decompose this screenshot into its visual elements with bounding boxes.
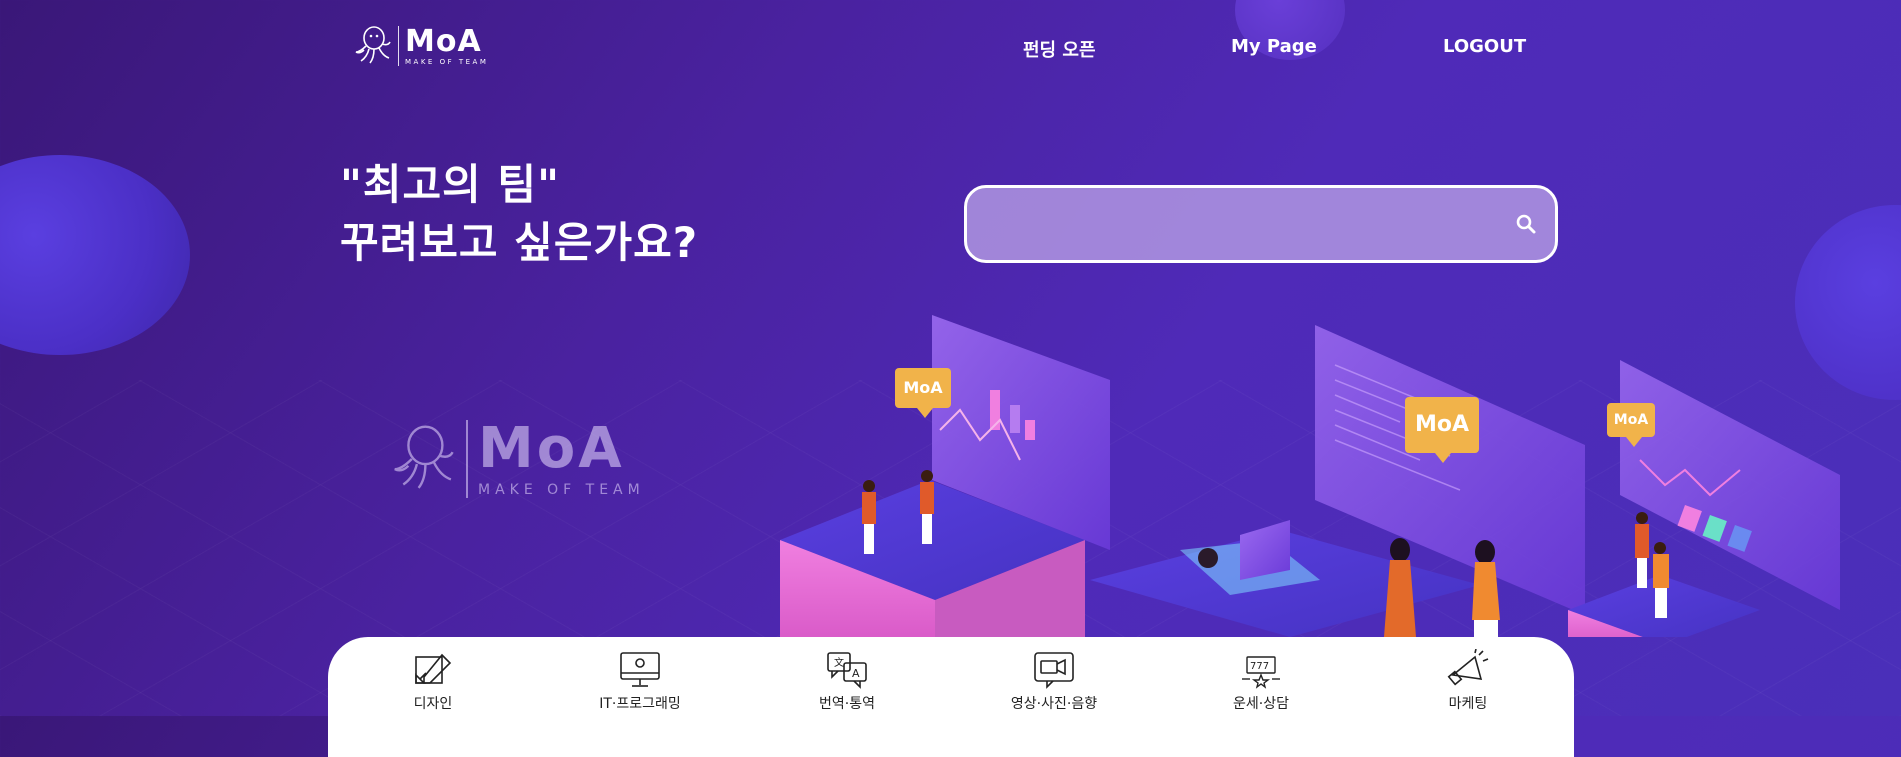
watermark-tagline: MAKE OF TEAM — [478, 482, 645, 498]
moa-badge-left: MoA — [895, 368, 951, 418]
site-logo[interactable]: MoA MAKE OF TEAM — [352, 24, 488, 68]
hero-line-1: "최고의 팀" — [340, 160, 560, 209]
fortune-icon: 777 — [1242, 656, 1280, 689]
category-it[interactable]: IT·프로그래밍 — [555, 649, 725, 713]
category-it-label: IT·프로그래밍 — [599, 696, 681, 712]
watermark-divider — [466, 420, 468, 498]
category-design[interactable]: 디자인 — [348, 649, 518, 713]
category-marketing[interactable]: 마케팅 — [1383, 649, 1553, 713]
person-desk-head — [1198, 548, 1218, 568]
hero-headline: "최고의 팀" 꾸려보고 싶은가요? — [340, 156, 698, 272]
moa-badge-right: MoA — [1607, 403, 1655, 447]
category-translation[interactable]: 文 A 번역·통역 — [762, 649, 932, 713]
monitor-icon — [620, 652, 660, 687]
nav-funding-open[interactable]: 펀딩 오픈 — [1023, 36, 1096, 62]
svg-text:文: 文 — [834, 656, 844, 669]
octopus-watermark-icon — [394, 425, 454, 489]
hero-line-2: 꾸려보고 싶은가요? — [340, 218, 699, 267]
hero-illustration — [780, 315, 1840, 637]
category-design-label: 디자인 — [413, 696, 453, 712]
category-translation-label: 번역·통역 — [819, 696, 875, 712]
desk-monitor — [1240, 520, 1290, 580]
bar-3 — [1025, 420, 1035, 440]
svg-text:777: 777 — [1250, 661, 1269, 672]
category-fortune-label: 운세·상담 — [1233, 696, 1289, 712]
watermark-logo: MoA MAKE OF TEAM — [388, 420, 645, 498]
bar-2 — [1010, 405, 1020, 433]
logo-divider — [398, 26, 399, 66]
octopus-logo-icon — [355, 26, 391, 64]
megaphone-icon — [1447, 649, 1489, 686]
video-icon — [1034, 652, 1074, 689]
moa-badge-center: MoA — [1405, 397, 1479, 463]
nav-logout[interactable]: LOGOUT — [1443, 36, 1526, 57]
category-video[interactable]: 영상·사진·음향 — [969, 649, 1139, 713]
category-video-label: 영상·사진·음향 — [1010, 696, 1098, 712]
translate-icon: 文 A — [827, 652, 867, 689]
design-icon — [415, 653, 452, 684]
watermark-name: MoA — [478, 416, 625, 481]
search-icon[interactable] — [1515, 213, 1537, 235]
category-marketing-label: 마케팅 — [1448, 696, 1488, 712]
logo-name: MoA — [405, 23, 482, 59]
logo-tagline: MAKE OF TEAM — [405, 57, 489, 66]
category-bar: 디자인 IT·프로그래밍 文 A 번역·통역 영상·사진·음향 777 운세·상… — [328, 637, 1574, 757]
svg-text:A: A — [852, 667, 860, 680]
search-input[interactable] — [987, 188, 1491, 262]
search-box[interactable] — [964, 185, 1558, 263]
nav-my-page[interactable]: My Page — [1231, 36, 1317, 57]
category-fortune[interactable]: 777 운세·상담 — [1176, 649, 1346, 713]
decor-blob-left — [0, 155, 190, 355]
